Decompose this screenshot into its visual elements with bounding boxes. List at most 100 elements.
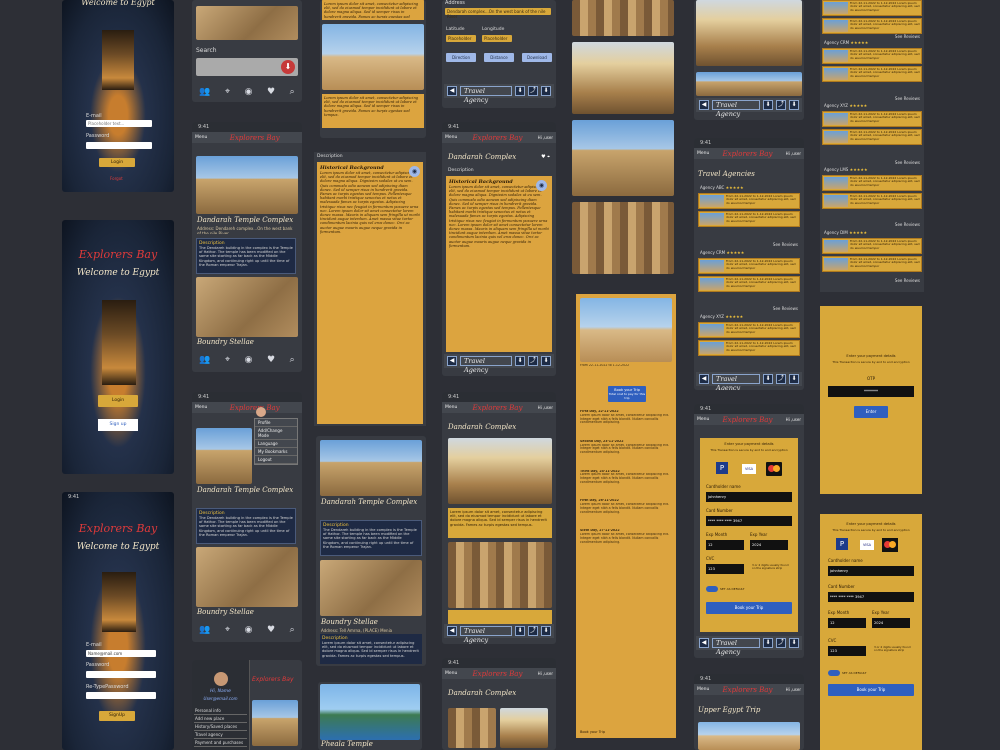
exp-month-select[interactable]: 12 <box>706 540 744 550</box>
menu-button[interactable]: Menu <box>195 405 207 410</box>
signup-button[interactable]: Sign up <box>98 419 138 431</box>
people-icon[interactable]: 👥 <box>199 355 210 365</box>
heart-icon[interactable]: ♥ <box>267 87 275 97</box>
see-reviews-link[interactable]: See Reviews <box>895 278 920 283</box>
save-icon[interactable]: ⬇ <box>541 86 551 96</box>
agency-trip-row[interactable]: From 22-11-2022 to 1-12-2022 Lorem ipsum… <box>698 211 800 227</box>
enter-button[interactable]: Enter <box>854 406 888 418</box>
visa-icon[interactable]: VISA <box>742 464 756 474</box>
download-icon[interactable]: ⬇ <box>763 638 773 648</box>
travel-agency-label[interactable]: Travel Agency <box>712 374 760 390</box>
side-menu-item[interactable]: Payment and purchases <box>194 739 247 747</box>
audio-icon[interactable]: ◉ <box>536 180 547 191</box>
default-toggle[interactable] <box>706 586 718 592</box>
share-icon[interactable]: ⤴ <box>776 638 786 648</box>
exp-month-select[interactable]: 12 <box>828 618 866 628</box>
side-menu-item[interactable]: Add new place <box>194 715 247 723</box>
search-icon[interactable]: ⌕ <box>290 355 295 365</box>
travel-agency-label[interactable]: Travel Agency <box>712 100 760 118</box>
agency-trip-row[interactable]: From 22-11-2022 to 1-12-2022 Lorem ipsum… <box>698 340 800 356</box>
share-icon[interactable]: ⤴ <box>528 86 538 96</box>
see-reviews-link[interactable]: See Reviews <box>773 306 798 311</box>
user-greeting[interactable]: Hi ,user <box>538 135 553 140</box>
longitude-field[interactable]: Placeholder <box>482 35 512 42</box>
search-icon[interactable]: ⌕ <box>290 625 295 635</box>
save-icon[interactable]: ⬇ <box>541 626 551 636</box>
menu-button[interactable]: Menu <box>697 687 709 692</box>
book-trip-link[interactable]: Book your Trip <box>580 730 605 734</box>
agency-trip-row[interactable]: From 22-11-2022 to 1-12-2022 Lorem ipsum… <box>822 111 922 127</box>
menu-button[interactable]: Menu <box>697 151 709 156</box>
latitude-field[interactable]: Placeholder <box>446 35 476 42</box>
menu-button[interactable]: Menu <box>445 135 457 140</box>
back-icon[interactable]: ◀ <box>447 626 457 636</box>
menu-button[interactable]: Menu <box>697 417 709 422</box>
email-input[interactable]: Placeholder text... <box>86 120 152 127</box>
heart-icon[interactable]: ♥ <box>267 625 275 635</box>
save-icon[interactable]: ⬇ <box>789 638 799 648</box>
see-reviews-link[interactable]: See Reviews <box>895 96 920 101</box>
people-icon[interactable]: 👥 <box>199 87 210 97</box>
user-greeting[interactable]: Hi ,user <box>538 671 553 676</box>
agency-trip-row[interactable]: From 22-11-2022 to 1-12-2022 Lorem ipsum… <box>822 256 922 272</box>
location-icon[interactable]: ⌖ <box>225 625 230 635</box>
download-button[interactable]: Download <box>522 53 552 62</box>
location-icon[interactable]: ⌖ <box>225 355 230 365</box>
back-icon[interactable]: ◀ <box>699 638 709 648</box>
camera-icon[interactable]: ◉ <box>245 87 253 97</box>
book-trip-button[interactable]: Book your Trip <box>706 602 792 614</box>
people-icon[interactable]: 👥 <box>199 625 210 635</box>
grid-image[interactable] <box>448 708 496 748</box>
cvc-input[interactable]: 123 <box>706 564 744 574</box>
side-menu-item[interactable]: History/Saved places <box>194 723 247 731</box>
user-greeting[interactable]: Hi ,user <box>538 405 553 410</box>
heart-icon[interactable]: ♥ <box>267 355 275 365</box>
share-icon[interactable]: ⤴ <box>776 374 786 384</box>
card-number-input[interactable]: **** **** **** 3947 <box>706 516 792 526</box>
download-icon[interactable]: ⬇ <box>763 374 773 384</box>
heart-icon[interactable]: ♥ ⌖ <box>541 154 550 160</box>
travel-agency-label[interactable]: Travel Agency <box>460 626 512 644</box>
cardholder-input[interactable]: johnhenry <box>706 492 792 502</box>
agency-trip-row[interactable]: From 22-11-2022 to 1-12-2022 Lorem ipsum… <box>698 258 800 274</box>
back-icon[interactable]: ◀ <box>699 100 709 110</box>
agency-trip-row[interactable]: From 22-11-2022 to 1-12-2022 Lorem ipsum… <box>698 193 800 209</box>
book-trip-button[interactable]: Book your Trip Total cost to pay for this… <box>608 386 646 402</box>
see-reviews-link[interactable]: See Reviews <box>773 242 798 247</box>
download-icon[interactable]: ⬇ <box>763 100 773 110</box>
avatar[interactable] <box>256 407 266 417</box>
dropdown-item[interactable]: Add/Change Mode <box>255 427 297 440</box>
menu-button[interactable]: Menu <box>195 135 207 140</box>
agency-trip-row[interactable]: From 22-11-2022 to 1-12-2022 Lorem ipsum… <box>698 276 800 292</box>
agency-trip-row[interactable]: From 22-11-2022 to 1-12-2022 Lorem ipsum… <box>822 66 922 82</box>
see-reviews-link[interactable]: See Reviews <box>895 222 920 227</box>
cvc-input[interactable]: 123 <box>828 646 866 656</box>
save-icon[interactable]: ⬇ <box>541 356 551 366</box>
mic-icon[interactable]: ⬇ <box>281 60 295 74</box>
menu-button[interactable]: Menu <box>445 671 457 676</box>
dropdown-item[interactable]: Language <box>255 440 297 448</box>
agency-trip-row[interactable]: From 22-11-2022 to 1-12-2022 Lorem ipsum… <box>698 322 800 338</box>
agency-trip-row[interactable]: From 22-11-2022 to 1-12-2022 Lorem ipsum… <box>822 18 922 34</box>
share-icon[interactable]: ⤴ <box>776 100 786 110</box>
exp-year-select[interactable]: 2024 <box>750 540 788 550</box>
login-button[interactable]: Login <box>99 158 135 167</box>
download-icon[interactable]: ⬇ <box>515 356 525 366</box>
menu-button[interactable]: Menu <box>445 405 457 410</box>
back-icon[interactable]: ◀ <box>447 86 457 96</box>
otp-input[interactable]: ******* <box>828 386 914 397</box>
user-greeting[interactable]: Hi ,user <box>786 151 801 156</box>
distance-button[interactable]: Distance <box>484 53 514 62</box>
dropdown-item[interactable]: Profile <box>255 419 297 427</box>
travel-agency-label[interactable]: Travel Agency <box>460 86 512 104</box>
grid-image[interactable] <box>500 708 548 748</box>
book-trip-button[interactable]: Book your Trip <box>828 684 914 696</box>
download-icon[interactable]: ⬇ <box>515 86 525 96</box>
address-field[interactable]: Dendarah complex...On the west bank of t… <box>445 8 551 19</box>
save-icon[interactable]: ⬇ <box>789 100 799 110</box>
camera-icon[interactable]: ◉ <box>245 625 253 635</box>
location-icon[interactable]: ⌖ <box>225 87 230 97</box>
password-input[interactable] <box>86 142 152 149</box>
direction-button[interactable]: Direction <box>446 53 476 62</box>
back-icon[interactable]: ◀ <box>699 374 709 384</box>
